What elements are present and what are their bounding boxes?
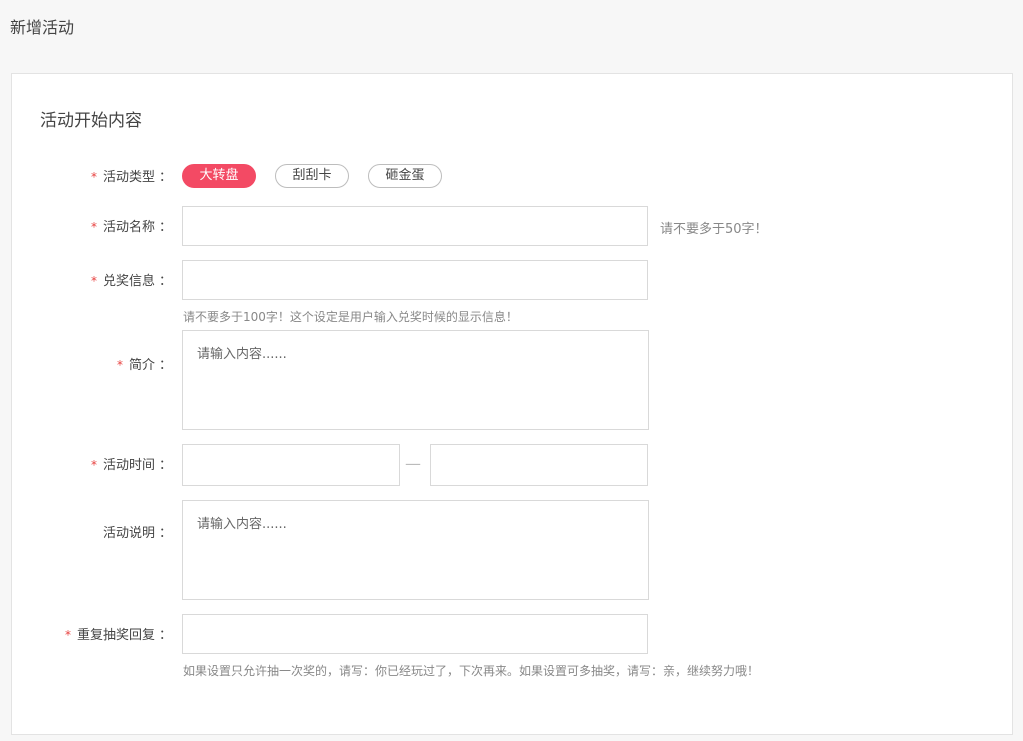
activity-name-input[interactable] — [182, 206, 648, 246]
type-option-wheel-button[interactable]: 大转盘 — [182, 164, 256, 188]
activity-time-label: * 活动时间： — [90, 458, 172, 473]
required-mark: * — [90, 458, 97, 472]
activity-type-label: * 活动类型： — [90, 170, 172, 185]
repeat-reply-label: * 重复抽奖回复： — [64, 628, 172, 643]
prize-info-label: * 兑奖信息： — [90, 274, 172, 289]
repeat-reply-hint: 如果设置只允许抽一次奖的，请写：你已经玩过了，下次再来。如果设置可多抽奖，请写：… — [183, 664, 760, 678]
required-mark: * — [90, 274, 97, 288]
activity-desc-label: 活动说明： — [102, 526, 172, 541]
required-mark: * — [90, 170, 97, 184]
form-panel: 活动开始内容 * 活动类型： 大转盘 刮刮卡 砸金蛋 * 活动名称： 请不要多于50… — [11, 73, 1013, 735]
time-separator: — — [405, 454, 421, 473]
start-time-input[interactable] — [182, 444, 400, 486]
required-mark: * — [116, 358, 123, 372]
activity-name-hint: 请不要多于50字！ — [660, 222, 768, 237]
prize-info-input[interactable] — [182, 260, 648, 300]
type-option-egg-button[interactable]: 砸金蛋 — [368, 164, 442, 188]
required-mark: * — [64, 628, 71, 642]
end-time-input[interactable] — [430, 444, 648, 486]
activity-name-label: * 活动名称： — [90, 220, 172, 235]
activity-desc-textarea[interactable] — [182, 500, 649, 600]
intro-label: * 简介： — [116, 358, 172, 373]
repeat-reply-input[interactable] — [182, 614, 648, 654]
section-title: 活动开始内容 — [40, 111, 142, 131]
page-title: 新增活动 — [10, 18, 75, 37]
intro-textarea[interactable] — [182, 330, 649, 430]
required-mark: * — [90, 220, 97, 234]
type-option-scratch-button[interactable]: 刮刮卡 — [275, 164, 349, 188]
prize-info-hint: 请不要多于100字！这个设定是用户输入兑奖时候的显示信息！ — [183, 310, 518, 324]
